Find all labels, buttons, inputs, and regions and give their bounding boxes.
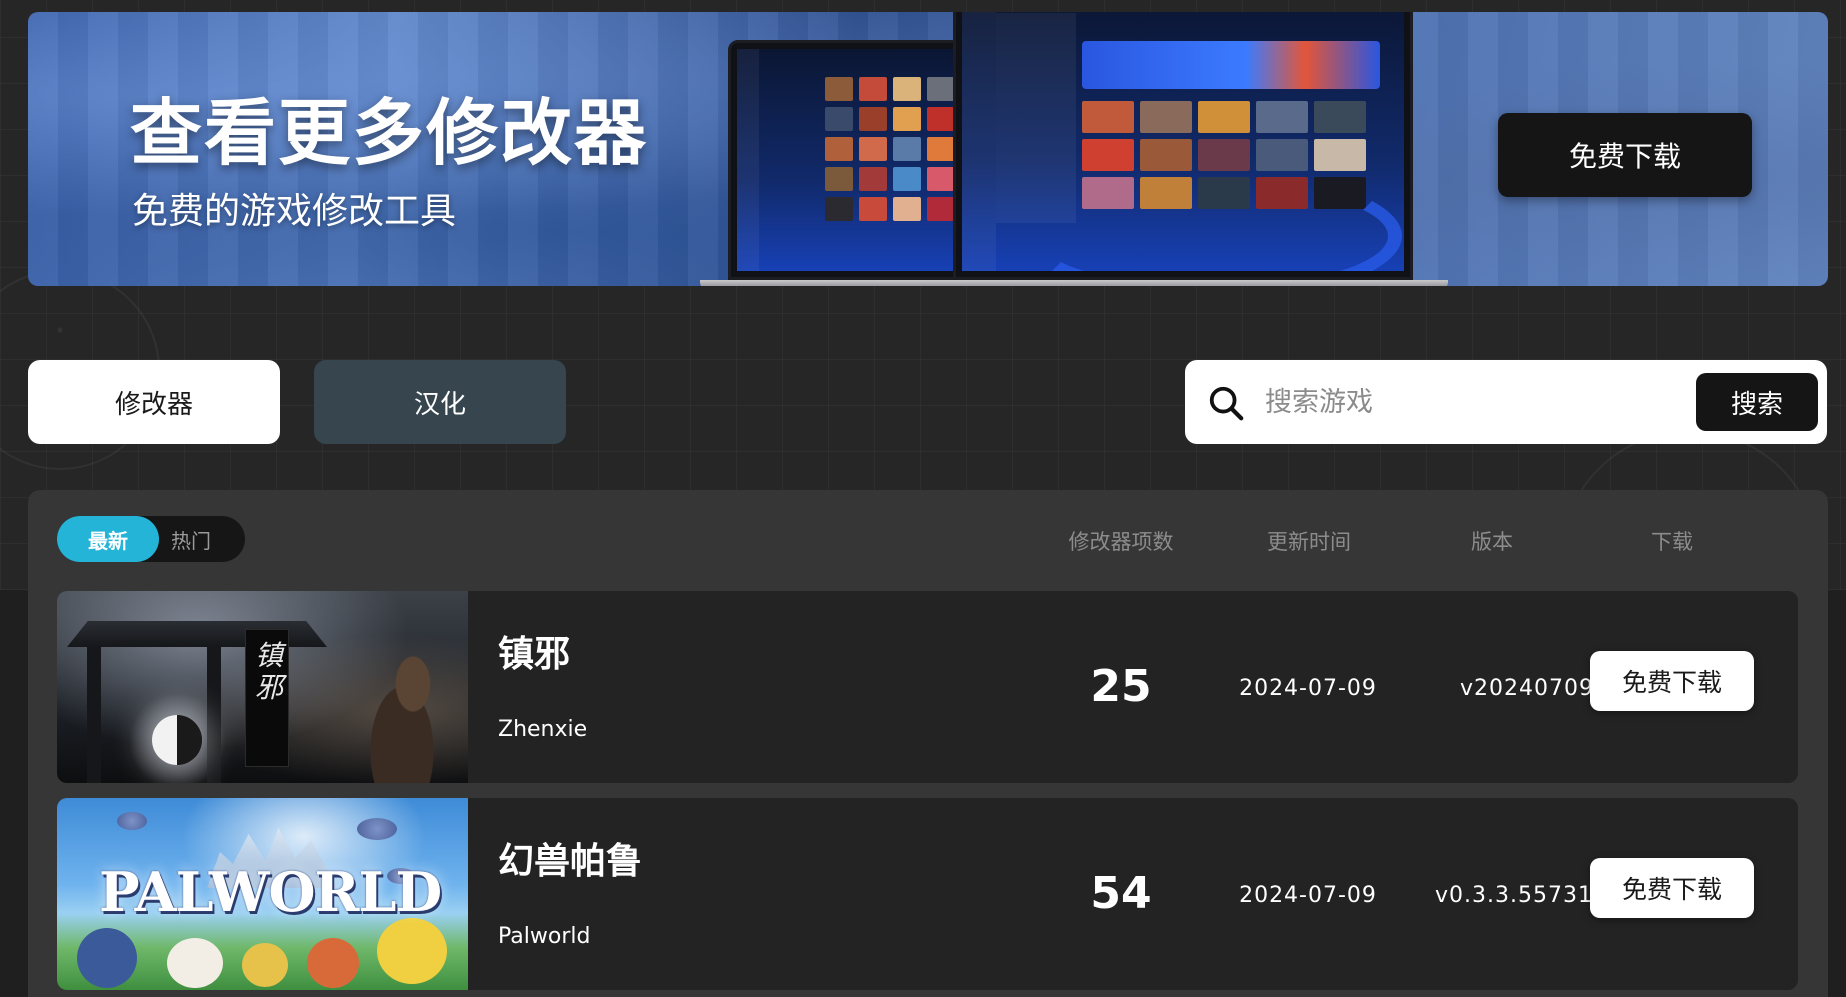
creature bbox=[377, 918, 447, 984]
column-header-updated: 更新时间 bbox=[1267, 530, 1351, 554]
game-thumbnail[interactable]: PALWORLD bbox=[57, 798, 468, 990]
game-row[interactable]: PALWORLD 幻兽帕鲁 Palworld 54 2024-07-09 v0.… bbox=[57, 798, 1798, 990]
game-english-name: Palworld bbox=[498, 924, 591, 949]
download-button[interactable]: 免费下载 bbox=[1590, 858, 1754, 918]
column-header-version: 版本 bbox=[1471, 530, 1513, 554]
search-input[interactable] bbox=[1265, 380, 1665, 424]
laptop-base bbox=[928, 280, 1448, 286]
download-button[interactable]: 免费下载 bbox=[1590, 651, 1754, 711]
banner-title: 查看更多修改器 bbox=[130, 91, 649, 175]
tab-modifier[interactable]: 修改器 bbox=[28, 360, 280, 444]
search-icon bbox=[1209, 386, 1244, 421]
update-date: 2024-07-09 bbox=[1239, 676, 1377, 701]
temple-pillar bbox=[87, 647, 101, 783]
promo-banner[interactable]: 查看更多修改器 免费的游戏修改工具 免费下载 bbox=[28, 12, 1828, 286]
palworld-logo: PALWORLD bbox=[99, 860, 442, 924]
game-list-panel: 最新 热门 修改器项数 更新时间 版本 下载 镇邪 镇邪 Zhenxie 25 … bbox=[28, 490, 1828, 997]
game-title[interactable]: 幻兽帕鲁 bbox=[498, 832, 642, 884]
laptop-mockup-left bbox=[728, 40, 988, 280]
game-english-name: Zhenxie bbox=[498, 717, 588, 742]
game-title[interactable]: 镇邪 bbox=[498, 625, 570, 677]
yin-yang-icon bbox=[152, 715, 202, 765]
update-date: 2024-07-09 bbox=[1239, 883, 1377, 908]
page: 查看更多修改器 免费的游戏修改工具 免费下载 修改器 汉化 搜索游戏 搜索 最新… bbox=[0, 0, 1846, 997]
banner-download-button[interactable]: 免费下载 bbox=[1498, 113, 1752, 197]
modifier-count: 54 bbox=[1090, 868, 1152, 919]
column-header-count: 修改器项数 bbox=[1068, 530, 1174, 554]
floating-island bbox=[117, 812, 147, 830]
floating-island bbox=[357, 818, 397, 840]
creature bbox=[307, 938, 359, 988]
game-version: v0.3.3.55731[Ste bbox=[1435, 883, 1595, 908]
laptop-screen bbox=[737, 49, 979, 271]
app-nav-panel bbox=[996, 13, 1076, 223]
creature bbox=[77, 928, 137, 988]
search-box: 搜索 bbox=[1185, 360, 1827, 444]
banner-subtitle: 免费的游戏修改工具 bbox=[132, 191, 457, 232]
sort-toggle: 最新 热门 bbox=[57, 516, 245, 562]
game-thumbnail[interactable]: 镇邪 bbox=[57, 591, 468, 783]
creature bbox=[167, 938, 223, 988]
app-side-rail bbox=[962, 12, 996, 271]
sort-hot-option[interactable]: 热门 bbox=[159, 516, 245, 562]
app-promo-strip bbox=[1082, 41, 1380, 89]
character-figure bbox=[347, 639, 457, 783]
creature bbox=[242, 943, 288, 987]
game-row[interactable]: 镇邪 镇邪 Zhenxie 25 2024-07-09 v20240709 免费… bbox=[57, 591, 1798, 783]
app-side-rail bbox=[737, 49, 759, 271]
tab-chinese-localization[interactable]: 汉化 bbox=[314, 360, 566, 444]
column-header-download: 下载 bbox=[1651, 530, 1693, 554]
laptop-mockup-right bbox=[953, 12, 1413, 280]
game-version: v20240709 bbox=[1460, 676, 1594, 701]
calligraphy-text: 镇邪 bbox=[254, 639, 283, 704]
temple-pillar bbox=[207, 647, 221, 783]
sort-latest-option[interactable]: 最新 bbox=[57, 516, 159, 562]
laptop-screen bbox=[962, 12, 1404, 271]
calligraphy-banner: 镇邪 bbox=[245, 629, 289, 767]
search-button[interactable]: 搜索 bbox=[1696, 373, 1818, 431]
modifier-count: 25 bbox=[1090, 661, 1152, 712]
